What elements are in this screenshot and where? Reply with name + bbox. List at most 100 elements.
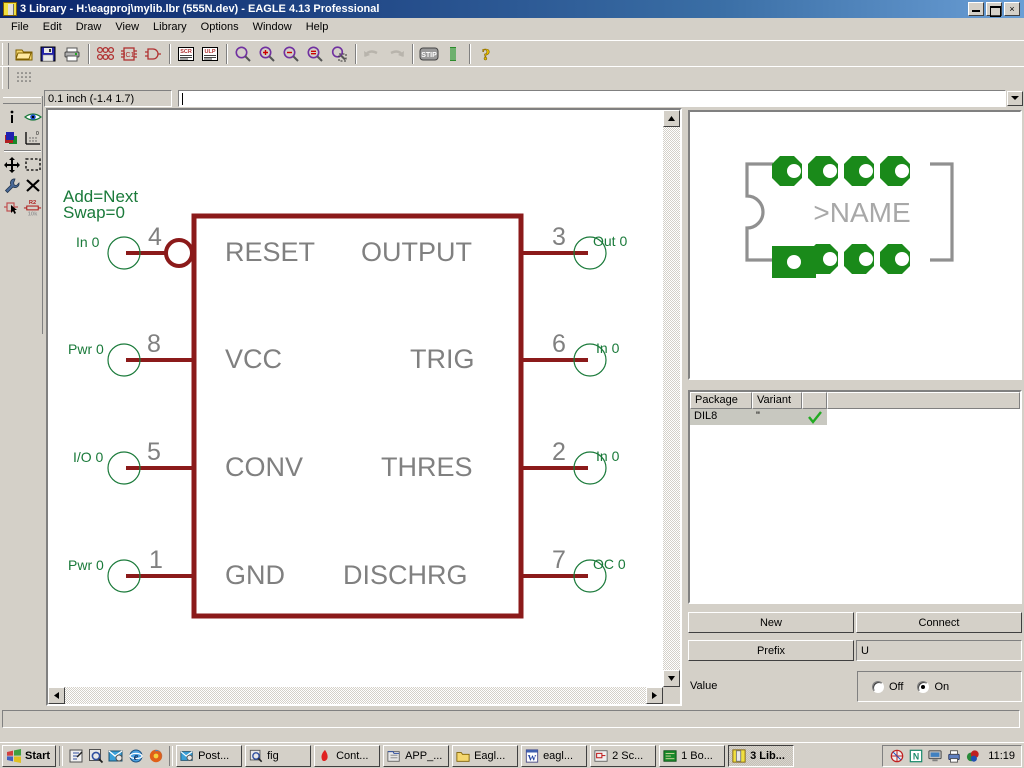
toolbar-grip[interactable] [2,42,9,65]
svg-text:TRIG: TRIG [410,344,475,374]
taskbar-item-fig[interactable]: fig [245,744,312,767]
grid-icon[interactable] [13,67,35,89]
vertical-scroll-track[interactable] [663,127,680,670]
taskbar-item-word[interactable]: W eagl... [521,744,588,767]
pin-cursor-icon[interactable] [1,196,22,217]
move-icon[interactable] [1,154,22,175]
value-on-radio[interactable]: On [917,680,950,693]
zoom-out-icon[interactable] [280,43,302,65]
explorer-icon[interactable] [106,746,126,766]
internet-explorer-icon[interactable]: e [126,746,146,766]
explorer-icon [179,748,195,764]
change-wrench-icon[interactable] [1,175,22,196]
info-icon[interactable] [1,106,22,127]
volume-icon[interactable] [965,748,981,764]
menu-window[interactable]: Window [246,19,299,36]
grid-settings-icon[interactable]: 0 [22,127,43,148]
package-icon[interactable] [94,43,116,65]
script-icon[interactable]: SCR [175,43,197,65]
printer-icon[interactable] [946,748,962,764]
display-eye-icon[interactable] [22,106,43,127]
scroll-down-button[interactable] [663,670,680,687]
column-header-package[interactable]: Package [690,392,752,409]
window-title: 3 Library - H:\eagproj\mylib.lbr (555N.d… [20,3,380,15]
menu-edit[interactable]: Edit [36,19,69,36]
redo-icon[interactable] [385,43,407,65]
taskbar-item-label: Cont... [336,749,369,762]
prefix-value-field[interactable]: U [856,640,1022,661]
grid-toolbar [0,66,1024,89]
schematic-canvas[interactable]: Add=Next Swap=0 In 0 4 RESET Pwr 0 8 VCC [48,110,663,687]
command-input[interactable] [179,90,1005,106]
prefix-button[interactable]: Prefix [688,640,854,661]
folder-app-icon [386,748,402,764]
command-toolbar-grip[interactable] [3,97,41,104]
column-header-blank[interactable] [827,392,1020,409]
menu-file[interactable]: File [4,19,36,36]
canvas-vertical-scrollbar[interactable] [663,110,680,687]
firefox-icon[interactable] [146,746,166,766]
maximize-button[interactable] [986,2,1002,17]
command-line[interactable] [178,89,1006,107]
menu-draw[interactable]: Draw [69,19,109,36]
zoom-fit-icon[interactable] [232,43,254,65]
taskbar-item-app[interactable]: APP_... [383,744,450,767]
menu-library[interactable]: Library [146,19,194,36]
svg-text:1: 1 [149,546,163,574]
undo-icon[interactable] [361,43,383,65]
norton-icon[interactable]: N [908,748,924,764]
taskbar-item-library[interactable]: 3 Lib... [728,744,795,767]
menu-help[interactable]: Help [299,19,336,36]
resistor-value-icon[interactable]: R2 10k [22,196,43,217]
layers-icon[interactable] [1,127,22,148]
scroll-left-button[interactable] [48,687,65,704]
run-icon[interactable] [442,43,464,65]
horizontal-scroll-track[interactable] [65,687,646,704]
taskbar-item-cont[interactable]: Cont... [314,744,381,767]
show-desktop-icon[interactable] [66,746,86,766]
group-icon[interactable] [22,154,43,175]
taskbar-item-board[interactable]: 1 Bo... [659,744,726,767]
open-icon[interactable] [13,43,35,65]
zoom-redraw-icon[interactable] [304,43,326,65]
package-variant-table[interactable]: Package Variant DIL8 " [688,390,1022,604]
column-header-check[interactable] [802,392,827,409]
table-row[interactable]: DIL8 " [690,409,1020,425]
monitor-icon[interactable] [927,748,943,764]
save-icon[interactable] [37,43,59,65]
package-preview[interactable]: >NAME [688,110,1022,380]
value-on-label: On [934,680,950,693]
zoom-select-icon[interactable] [328,43,350,65]
minimize-button[interactable] [968,2,984,16]
taskbar-item-post[interactable]: Post... [176,744,243,767]
print-icon[interactable] [61,43,83,65]
column-header-variant[interactable]: Variant [752,392,802,409]
taskbar-item-eagle-folder[interactable]: Eagl... [452,744,519,767]
help-icon[interactable]: ? [475,43,497,65]
scroll-up-button[interactable] [663,110,680,127]
clock[interactable]: 11:19 [988,750,1015,762]
start-button[interactable]: Start [2,744,57,767]
stop-icon[interactable]: STIP [418,43,440,65]
value-off-radio[interactable]: Off [872,680,903,693]
ulp-icon[interactable]: ULP [199,43,221,65]
search-icon[interactable] [86,746,106,766]
menu-view[interactable]: View [108,19,146,36]
connect-button[interactable]: Connect [856,612,1022,633]
close-button[interactable]: × [1004,2,1020,16]
grid-toolbar-grip[interactable] [2,66,9,89]
menu-options[interactable]: Options [194,19,246,36]
canvas-horizontal-scrollbar[interactable] [48,687,663,704]
svg-text:VCC: VCC [225,344,282,374]
device-icon[interactable] [142,43,164,65]
taskbar-item-schematic[interactable]: 2 Sc... [590,744,657,767]
zoom-in-icon[interactable] [256,43,278,65]
new-button[interactable]: New [688,612,854,633]
scroll-right-button[interactable] [646,687,663,704]
symbol-icon[interactable]: IC1 [118,43,140,65]
delete-x-icon[interactable] [22,175,43,196]
network-icon[interactable] [889,748,905,764]
chevron-down-icon[interactable] [1007,90,1023,106]
radio-on-indicator [917,680,930,693]
new-button-label: New [759,616,782,629]
